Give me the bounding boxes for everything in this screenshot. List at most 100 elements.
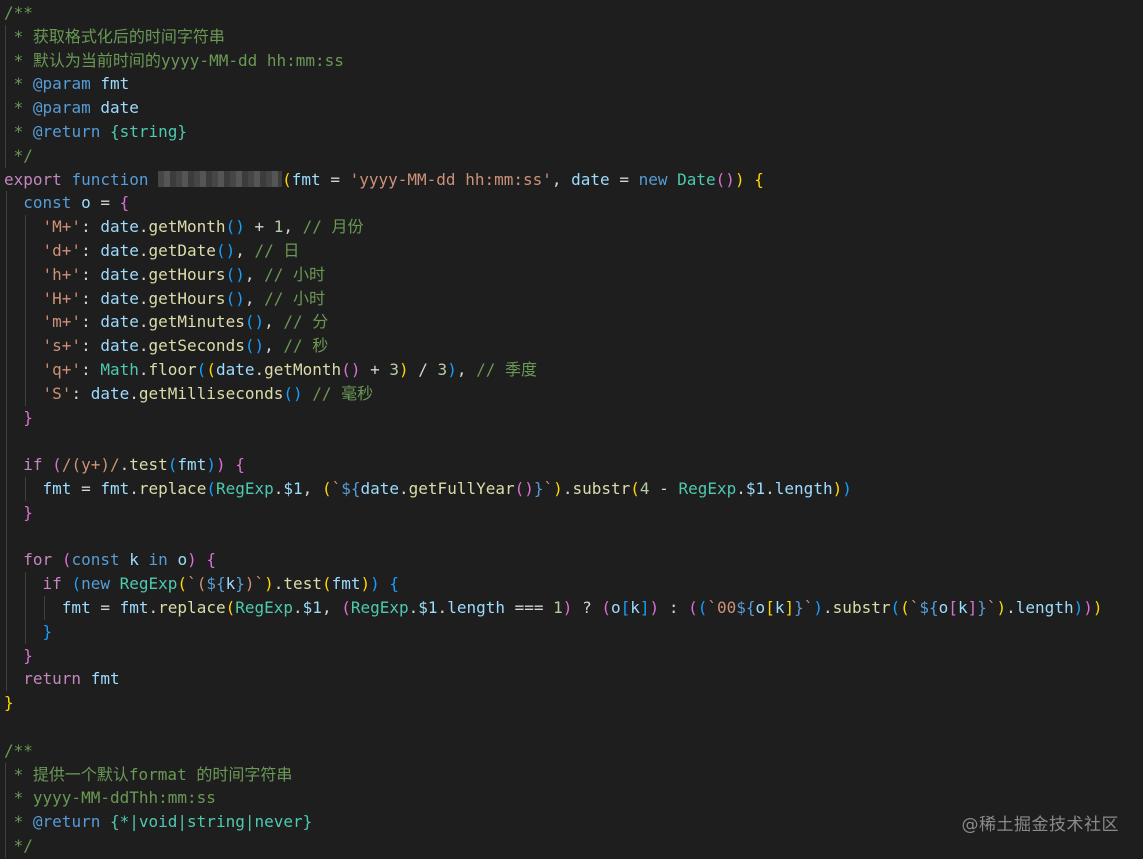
code-token: 'q+' <box>42 360 82 379</box>
indent-guide <box>25 215 26 406</box>
code-token: . <box>273 574 284 594</box>
code-token: @param <box>32 74 91 94</box>
code-line: if (/(y+)/.test(fmt)) { <box>4 453 245 477</box>
code-token: . <box>273 479 284 498</box>
code-token: o <box>610 598 621 617</box>
code-token: ( <box>341 598 351 617</box>
code-token: * 获取格式化后的时间字符串 <box>4 26 225 46</box>
indent-guide <box>5 762 6 858</box>
code-token: `00 <box>707 598 737 617</box>
code-token: ` <box>909 598 920 617</box>
code-token: // 月份 <box>302 217 364 237</box>
code-token: $1 <box>418 598 438 617</box>
code-token: date <box>100 217 139 237</box>
code-token: export <box>4 169 62 189</box>
code-token: RegExp <box>119 574 178 594</box>
code-editor[interactable]: /** * 获取格式化后的时间字符串 * 默认为当前时间的yyyy-MM-dd … <box>0 0 1143 859</box>
code-token: // 秒 <box>283 336 329 356</box>
code-token: 'd+' <box>42 241 82 260</box>
code-token: @return <box>32 812 101 832</box>
code-token: Date <box>677 169 716 189</box>
code-token: {*|void|string|never} <box>100 812 313 832</box>
code-token: () <box>283 383 303 403</box>
code-token: , <box>264 312 284 332</box>
code-line: /** <box>4 1 33 25</box>
code-token: . <box>148 598 159 617</box>
code-token: ] <box>639 598 650 617</box>
code-token: * <box>4 98 33 118</box>
code-token: new <box>638 169 668 189</box>
code-token: o <box>938 598 949 617</box>
code-token: test <box>129 455 168 475</box>
code-token: substr <box>832 598 891 617</box>
code-token: new <box>81 574 110 594</box>
code-line: } <box>4 406 33 430</box>
code-token: ( <box>321 574 332 594</box>
code-line: 'h+': date.getHours(), // 小时 <box>4 263 325 287</box>
code-token: // 毫秒 <box>312 383 374 403</box>
code-token: ) <box>370 574 380 594</box>
code-token: 'H+' <box>42 288 82 308</box>
indent-guide <box>6 191 7 692</box>
code-token: // 分 <box>283 312 329 332</box>
code-token: { <box>206 550 217 570</box>
code-line: */ <box>4 834 33 858</box>
code-line: for (const k in o) { <box>4 548 216 572</box>
code-token: ) <box>1092 598 1103 617</box>
code-token: ) <box>842 479 852 498</box>
code-token: . <box>129 383 139 403</box>
code-token: . <box>138 241 149 260</box>
code-token: ( <box>688 598 698 617</box>
code-token: = <box>609 169 639 189</box>
code-token: date <box>90 383 130 403</box>
code-token: // 小时 <box>264 288 325 308</box>
code-token: date <box>571 169 610 189</box>
code-token: [ <box>620 598 631 617</box>
code-token: floor <box>148 360 197 379</box>
code-line: * yyyy-MM-ddThh:mm:ss <box>4 786 216 810</box>
code-token: . <box>736 479 746 498</box>
code-line: if (new RegExp(`(${k})`).test(fmt)) { <box>4 572 400 596</box>
code-token: * <box>4 812 33 832</box>
watermark: @稀土掘金技术社区 <box>961 815 1119 835</box>
code-token: date <box>215 360 255 379</box>
code-token: o <box>81 193 91 213</box>
code-token: . <box>765 479 775 498</box>
code-token: getMinutes <box>148 312 245 332</box>
code-line: fmt = fmt.replace(RegExp.$1, (`${date.ge… <box>4 477 852 501</box>
code-token: ` <box>543 479 554 498</box>
code-token: : <box>81 288 101 308</box>
code-token: length <box>447 598 505 617</box>
code-line: /** <box>4 739 33 763</box>
code-token: ( <box>167 455 178 475</box>
code-token: ) <box>215 455 226 475</box>
code-token: ( <box>282 169 292 189</box>
indent-guide <box>25 572 26 644</box>
code-token: {string} <box>100 122 188 141</box>
code-token: fmt <box>42 479 72 498</box>
code-token: ( <box>630 479 640 498</box>
code-token: const <box>71 550 120 570</box>
code-token: for <box>23 550 53 570</box>
code-line: 'M+': date.getMonth() + 1, // 月份 <box>4 215 364 239</box>
code-token: o <box>755 598 766 617</box>
code-token: () <box>225 264 245 284</box>
code-token: 3 <box>389 360 399 379</box>
code-token: fmt <box>61 598 91 617</box>
code-token: . <box>408 598 419 617</box>
code-token: 'M+' <box>42 217 82 237</box>
code-token: : <box>81 241 101 260</box>
code-token: fmt <box>100 74 130 94</box>
code-token: ( <box>206 360 216 379</box>
